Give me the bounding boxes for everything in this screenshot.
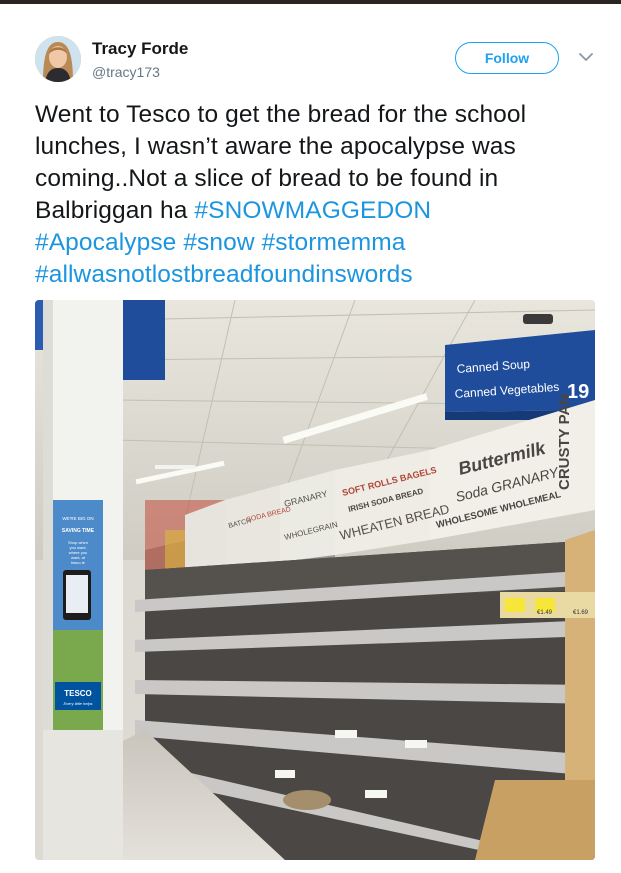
tweet-text-line: lunches, I wasn’t aware the apocalypse w…	[35, 133, 516, 160]
tesco-logo: TESCO	[64, 689, 92, 698]
tweet-photo[interactable]: Canned Soup Canned Vegetables 19 Butterm…	[35, 300, 595, 860]
author-name[interactable]: Tracy Forde	[92, 39, 188, 59]
price-tag: €1.69	[573, 610, 589, 616]
hashtag-link[interactable]: #stormemma	[262, 229, 406, 256]
author-handle[interactable]: @tracy173	[92, 64, 160, 80]
hashtag-link[interactable]: #SNOWMAGGEDON	[194, 197, 431, 224]
tweet-text-line: Went to Tesco to get the bread for the s…	[35, 101, 527, 128]
pillar-poster-text: tesco.ie	[71, 560, 86, 565]
pillar-poster-text: Every little helps	[63, 701, 92, 706]
shelf-label: CRUSTY PAN	[556, 394, 573, 490]
hashtag-link[interactable]: #snow	[183, 229, 254, 256]
hashtag-link[interactable]: #allwasnotlostbreadfoundinswords	[35, 261, 413, 288]
caret-down-icon[interactable]	[578, 50, 594, 62]
hashtag-link[interactable]: #Apocalypse	[35, 229, 176, 256]
previous-tweet-edge	[0, 0, 621, 4]
tweet-text-line: coming..Not a slice of bread to be found…	[35, 165, 499, 192]
pillar-poster-text: SAVING TIME	[62, 528, 95, 534]
price-tag: €1.49	[537, 610, 553, 616]
tweet-text-line: Balbriggan ha	[35, 197, 195, 224]
pillar-poster-text: WE'RE BIG ON	[62, 516, 93, 521]
pillar: WE'RE BIG ON SAVING TIME Shop when you w…	[43, 300, 123, 860]
follow-button[interactable]: Follow	[455, 42, 559, 74]
tweet-text: Went to Tesco to get the bread for the s…	[35, 99, 605, 291]
avatar[interactable]	[35, 36, 81, 82]
